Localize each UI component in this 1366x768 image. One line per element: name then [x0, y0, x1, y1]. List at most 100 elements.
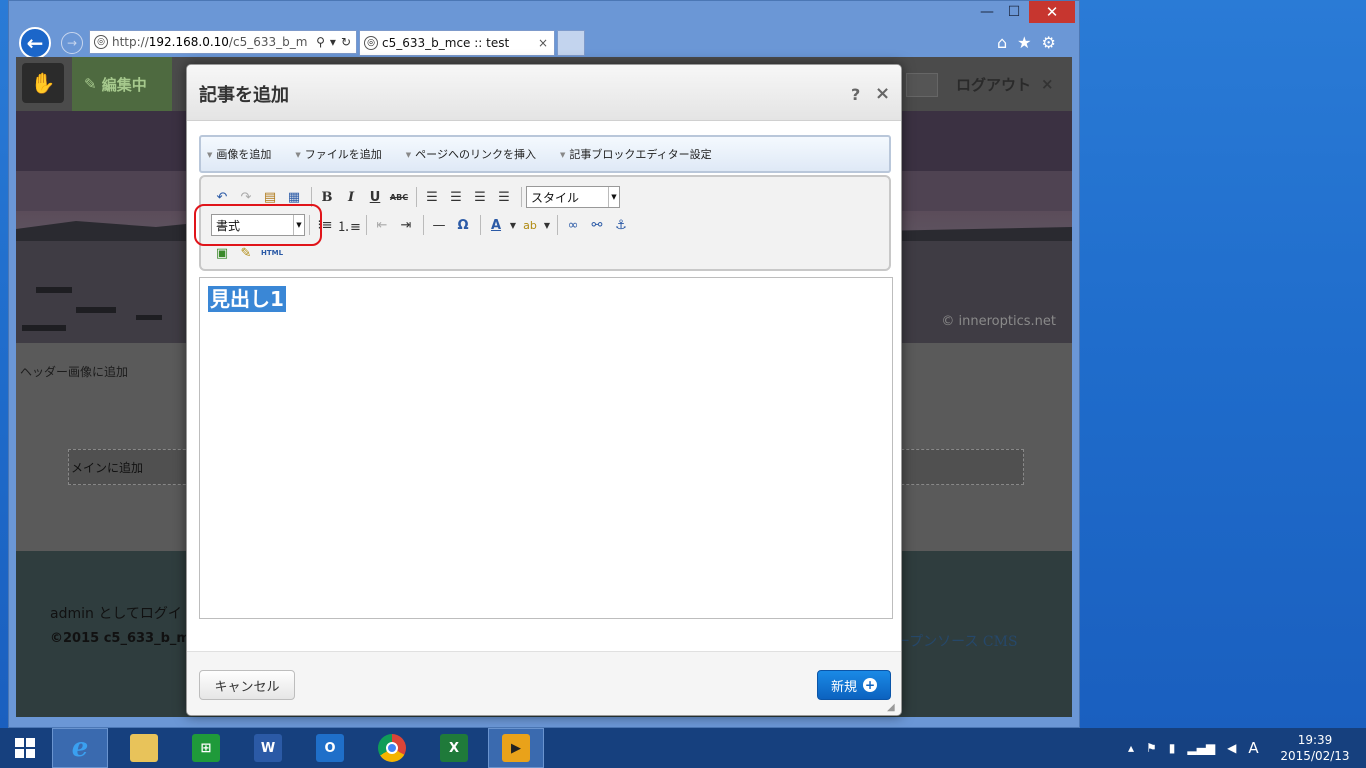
- style-select-value: スタイル: [531, 190, 580, 205]
- paste-text-icon[interactable]: ▤: [259, 186, 281, 208]
- resize-grip-icon[interactable]: ◢: [887, 702, 895, 713]
- home-icon[interactable]: ⌂: [997, 33, 1007, 52]
- special-character-icon[interactable]: Ω: [452, 214, 474, 236]
- forward-button[interactable]: →: [61, 32, 83, 54]
- chevron-down-icon: ▼: [608, 187, 619, 207]
- clear-formatting-icon[interactable]: ✎: [235, 242, 257, 264]
- concrete5-logo-icon[interactable]: ✋: [22, 63, 64, 103]
- format-select[interactable]: 書式 ▼: [211, 214, 305, 236]
- start-button[interactable]: [0, 728, 50, 768]
- chevron-up-icon[interactable]: ▴: [1128, 741, 1134, 755]
- edit-mode-button[interactable]: ✎ 編集中: [72, 57, 172, 111]
- insert-image-menu[interactable]: 画像を追加: [207, 146, 271, 162]
- align-justify-icon[interactable]: ☰: [493, 186, 515, 208]
- image-credit: © inneroptics.net: [941, 314, 1056, 329]
- refresh-icon[interactable]: ↻: [341, 35, 351, 49]
- footer-copyright: ©2015 c5_633_b_m: [50, 631, 190, 646]
- cancel-button[interactable]: キャンセル: [199, 670, 295, 700]
- insert-file-menu[interactable]: ファイルを追加: [295, 146, 382, 162]
- excel-icon: X: [440, 734, 468, 762]
- help-icon[interactable]: ?: [851, 85, 860, 104]
- tab-active[interactable]: ◎ c5_633_b_mce :: test ×: [359, 30, 555, 56]
- taskbar-word[interactable]: W: [240, 728, 296, 768]
- toolbar-row-2: 書式 ▼ ⁝≡ ⒈≡ ⇤ ⇥ — Ω A ▼ ab ▼ ∞ ⚯ ⚓: [211, 213, 634, 237]
- redo-icon[interactable]: ↷: [235, 186, 257, 208]
- taskbar-internet-explorer[interactable]: e: [52, 728, 108, 768]
- taskbar-store[interactable]: ⊞: [178, 728, 234, 768]
- cms-search-input[interactable]: [906, 73, 938, 97]
- taskbar-file-explorer[interactable]: [116, 728, 172, 768]
- indent-icon[interactable]: ⇥: [395, 214, 417, 236]
- create-new-button[interactable]: 新規 +: [817, 670, 891, 700]
- taskbar-chrome[interactable]: [364, 728, 420, 768]
- italic-icon[interactable]: I: [340, 186, 362, 208]
- create-new-label: 新規: [830, 679, 857, 695]
- link-icon[interactable]: ∞: [562, 214, 584, 236]
- minimize-button[interactable]: —: [974, 1, 1000, 23]
- logout-button[interactable]: ログアウト ×: [956, 57, 1054, 111]
- add-content-dialog: 記事を追加 ? × 画像を追加 ファイルを追加 ページへのリンクを挿入 記事ブロ…: [186, 64, 902, 716]
- insert-image-icon[interactable]: ▣: [211, 242, 233, 264]
- chevron-down-icon[interactable]: ▾: [330, 35, 336, 49]
- close-icon[interactable]: ×: [875, 83, 890, 104]
- header-area-add[interactable]: ヘッダー画像に追加: [20, 363, 128, 380]
- clock[interactable]: 19:39 2015/02/13: [1278, 732, 1352, 764]
- action-center-flag-icon[interactable]: ⚑: [1146, 741, 1157, 755]
- align-center-icon[interactable]: ☰: [445, 186, 467, 208]
- tab-title: c5_633_b_mce :: test: [382, 36, 510, 50]
- horizontal-rule-icon[interactable]: —: [428, 214, 450, 236]
- address-bar[interactable]: ◎ http://192.168.0.10/c5_633_b_m ⚲ ▾ ↻: [89, 30, 357, 54]
- tab-close-icon[interactable]: ×: [538, 36, 554, 50]
- volume-icon[interactable]: ◀: [1227, 741, 1236, 755]
- taskbar-video-app[interactable]: ▶: [488, 728, 544, 768]
- align-left-icon[interactable]: ☰: [421, 186, 443, 208]
- windows-taskbar: e ⊞ W O X ▶ ▴ ⚑ ▮ ▂▄▆ ◀ A 19:39 2015/02/…: [0, 728, 1366, 768]
- numbered-list-icon[interactable]: ⒈≡: [337, 214, 361, 236]
- taskbar-outlook[interactable]: O: [302, 728, 358, 768]
- close-window-button[interactable]: ✕: [1029, 1, 1075, 23]
- outdent-icon[interactable]: ⇤: [371, 214, 393, 236]
- insert-page-link-menu[interactable]: ページへのリンクを挿入: [406, 146, 536, 162]
- align-right-icon[interactable]: ☰: [469, 186, 491, 208]
- bullet-list-icon[interactable]: ⁝≡: [314, 214, 336, 236]
- close-icon[interactable]: ×: [1041, 75, 1054, 93]
- new-tab-button[interactable]: [557, 30, 585, 56]
- dialog-footer: キャンセル 新規 + ◢: [187, 651, 901, 715]
- html-source-icon[interactable]: HTML: [259, 242, 285, 264]
- battery-icon[interactable]: ▮: [1169, 741, 1176, 755]
- system-tray: ▴ ⚑ ▮ ▂▄▆ ◀ A: [1128, 728, 1259, 768]
- selected-heading-text[interactable]: 見出し1: [208, 286, 286, 312]
- anchor-icon[interactable]: ⚓: [610, 214, 632, 236]
- search-icon[interactable]: ⚲: [316, 35, 325, 49]
- highlight-color-icon[interactable]: ab: [519, 214, 541, 236]
- text-color-icon[interactable]: A: [485, 214, 507, 236]
- footer-powered-link[interactable]: ープンソース CMS: [896, 631, 1018, 651]
- dialog-header: 記事を追加 ? ×: [187, 65, 901, 121]
- signal-icon[interactable]: ▂▄▆: [1187, 741, 1215, 755]
- favorites-star-icon[interactable]: ★: [1017, 33, 1031, 52]
- plus-circle-icon: +: [863, 678, 877, 692]
- paste-word-icon[interactable]: ▦: [283, 186, 305, 208]
- clock-time: 19:39: [1297, 733, 1333, 747]
- rich-text-editor[interactable]: 見出し1: [199, 277, 893, 619]
- ime-indicator[interactable]: A: [1248, 739, 1258, 757]
- maximize-button[interactable]: ☐: [1001, 1, 1027, 23]
- strikethrough-icon[interactable]: ABC: [388, 186, 410, 208]
- taskbar-excel[interactable]: X: [426, 728, 482, 768]
- editor-settings-menu[interactable]: 記事ブロックエディター設定: [560, 146, 711, 162]
- chevron-down-icon[interactable]: ▼: [543, 214, 551, 236]
- chevron-down-icon[interactable]: ▼: [509, 214, 517, 236]
- back-button[interactable]: ←: [19, 27, 51, 59]
- unlink-icon[interactable]: ⚯: [586, 214, 608, 236]
- underline-icon[interactable]: U: [364, 186, 386, 208]
- bold-icon[interactable]: B: [316, 186, 338, 208]
- address-url[interactable]: http://192.168.0.10/c5_633_b_m: [112, 35, 316, 49]
- logout-label: ログアウト: [956, 75, 1032, 94]
- dialog-title: 記事を追加: [199, 85, 289, 106]
- undo-icon[interactable]: ↶: [211, 186, 233, 208]
- gear-icon[interactable]: ⚙: [1042, 33, 1056, 52]
- chrome-icon: [378, 734, 406, 762]
- style-select[interactable]: スタイル ▼: [526, 186, 620, 208]
- store-icon: ⊞: [192, 734, 220, 762]
- video-player-icon: ▶: [502, 734, 530, 762]
